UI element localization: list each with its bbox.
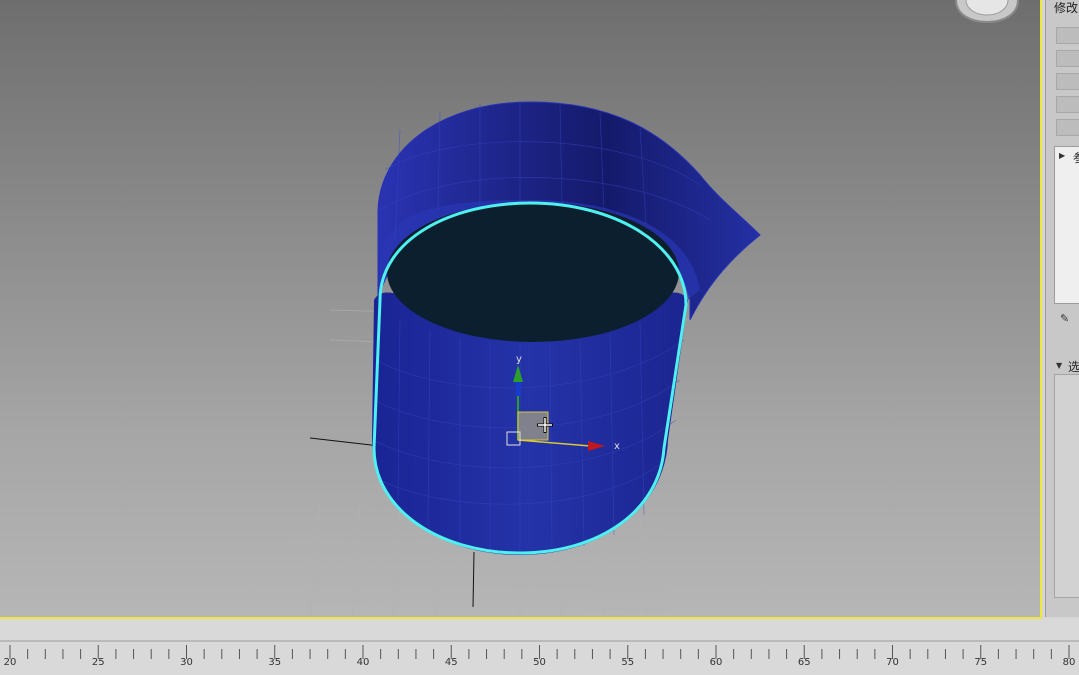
timeline-tick-label: 35 — [268, 657, 282, 668]
command-panel: 修改 ▶ 参 ✎ ▼ 选 — [1045, 0, 1079, 617]
viewcube[interactable] — [952, 0, 1022, 28]
panel-button-3[interactable] — [1056, 73, 1079, 90]
scene: y x — [289, 101, 761, 617]
modifier-stack-list[interactable]: ▶ 参 — [1054, 146, 1079, 304]
panel-title: 修改 — [1054, 1, 1079, 15]
world-axis-z — [472, 551, 475, 608]
panel-button-4[interactable] — [1056, 96, 1079, 113]
timeline-tick-label: 70 — [886, 657, 899, 668]
pitcher-object — [372, 101, 761, 555]
timeline-tick-label: 20 — [3, 657, 17, 668]
timeline-ruler[interactable]: 20 25 30 35 40 45 50 55 60 65 70 75 80 — [0, 619, 1079, 675]
selection-rollout-title[interactable]: 选 — [1068, 358, 1079, 375]
timeline-tick-label: 65 — [797, 657, 811, 668]
timeline-tick-label: 25 — [91, 657, 105, 668]
world-axis-x — [309, 437, 381, 447]
expand-arrow-icon[interactable]: ▶ — [1059, 151, 1065, 160]
timeline-tick-label: 50 — [533, 657, 546, 668]
panel-button-2[interactable] — [1056, 50, 1079, 67]
timeline-tick-label: 30 — [180, 657, 193, 668]
collapse-arrow-icon[interactable]: ▼ — [1056, 361, 1062, 370]
gizmo-y-label: y — [516, 354, 522, 365]
selection-rollout-body — [1054, 374, 1079, 598]
gizmo-x-label: x — [614, 441, 620, 452]
timeline-tick-label: 40 — [356, 657, 370, 668]
timeline-tick-label: 80 — [1062, 657, 1076, 668]
timeline-tick-label: 55 — [621, 657, 635, 668]
timeline-tick-label: 45 — [444, 657, 458, 668]
pin-stack-icon[interactable]: ✎ — [1060, 312, 1069, 325]
timeline-tick-label: 60 — [709, 657, 723, 668]
panel-button-1[interactable] — [1056, 27, 1079, 44]
modifier-stack-item[interactable]: 参 — [1073, 149, 1079, 166]
timeline-tick-label: 75 — [974, 657, 988, 668]
panel-button-5[interactable] — [1056, 119, 1079, 136]
perspective-viewport[interactable]: y x — [0, 0, 1042, 619]
